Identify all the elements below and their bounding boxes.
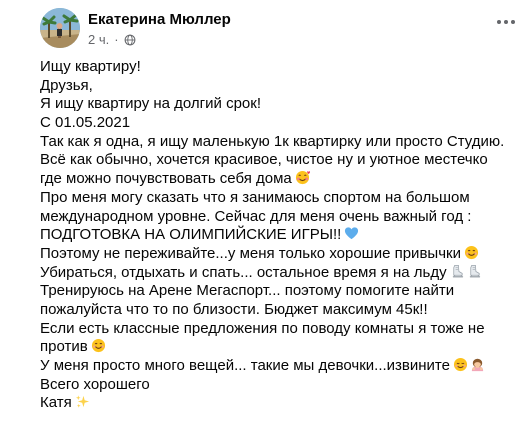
post-text-line: У меня просто много вещей... такие мы де… xyxy=(40,357,520,376)
post-text-line: где можно почувствовать себя дома xyxy=(40,170,520,189)
post-text-line: С 01.05.2021 xyxy=(40,114,520,133)
post-text: Тренируюсь на Арене Мегаспорт... поэтому… xyxy=(40,282,455,300)
smiling-face-emoji xyxy=(91,339,105,353)
post-text-line: Поэтому не переживайте...у меня только х… xyxy=(40,245,520,264)
post-text: Катя xyxy=(40,394,72,412)
post-text-line: Так как я одна, я ищу маленькую 1к кварт… xyxy=(40,133,520,152)
post-text: Друзья, xyxy=(40,76,93,94)
post-text-line: Если есть классные предложения по поводу… xyxy=(40,320,520,339)
sparkles-emoji xyxy=(75,395,89,408)
smiling-face-with-hearts-emoji xyxy=(295,171,310,185)
blue-heart-emoji xyxy=(345,227,359,240)
post-text-line: против xyxy=(40,338,520,357)
post-text: У меня просто много вещей... такие мы де… xyxy=(40,357,450,374)
post-text-line: ПОДГОТОВКА НА ОЛИМПИЙСКИЕ ИГРЫ!! xyxy=(40,226,520,245)
post-text-line: Всё как обычно, хочется красивое, чистое… xyxy=(40,151,520,170)
post-text-line: Тренируюсь на Арене Мегаспорт... поэтому… xyxy=(40,282,520,301)
post-text: Ищу квартиру! xyxy=(40,58,141,75)
post-text-line: Про меня могу сказать что я занимаюсь сп… xyxy=(40,189,520,208)
author-avatar[interactable] xyxy=(40,8,80,48)
post-text: Убираться, отдыхать и спать... остальное… xyxy=(40,263,447,281)
woman-bowing-emoji xyxy=(471,358,484,372)
post-text: С 01.05.2021 xyxy=(40,114,131,132)
globe-icon xyxy=(124,34,135,45)
author-name[interactable]: Екатерина Мюллер xyxy=(88,11,231,28)
post-text-line: Ищу квартиру! xyxy=(40,58,520,77)
post-text: ПОДГОТОВКА НА ОЛИМПИЙСКИЕ ИГРЫ!! xyxy=(40,226,342,244)
post-text: пожалуйста что то по близости. Бюджет ма… xyxy=(40,300,428,318)
post-text-line: Я ищу квартиру на долгий срок! xyxy=(40,95,520,114)
post-text: против xyxy=(40,338,88,356)
post-text: Всего хорошего xyxy=(40,375,150,393)
post-text: Если есть классные предложения по поводу… xyxy=(40,319,485,337)
post-text-line: пожалуйста что то по близости. Бюджет ма… xyxy=(40,301,520,320)
post-timestamp[interactable]: 2 ч. xyxy=(88,32,109,47)
post-text: Про меня могу сказать что я занимаюсь сп… xyxy=(40,188,470,206)
post-text-line: Убираться, отдыхать и спать... остальное… xyxy=(40,264,520,283)
avatar-photo xyxy=(40,8,80,48)
post-text-line: Друзья, xyxy=(40,77,520,96)
ice-skate-emoji xyxy=(452,264,463,277)
more-options-button[interactable] xyxy=(490,10,522,34)
post-text: Я ищу квартиру на долгий срок! xyxy=(40,95,261,113)
meta-separator: · xyxy=(114,32,119,47)
post-text: Так как я одна, я ищу маленькую 1к кварт… xyxy=(40,132,505,150)
post-meta: 2 ч. · xyxy=(88,32,136,47)
more-dots-icon xyxy=(497,20,515,24)
post-text: Поэтому не переживайте...у меня только х… xyxy=(40,244,461,262)
post-text: международном уровне. Сейчас для меня оч… xyxy=(40,207,472,225)
facebook-post: Екатерина Мюллер 2 ч. · Ищу квартиру! Дру… xyxy=(0,0,529,422)
post-text-line: Всего хорошего xyxy=(40,376,520,395)
relieved-face-emoji xyxy=(453,357,468,372)
post-text-line: международном уровне. Сейчас для меня оч… xyxy=(40,208,520,227)
post-body: Ищу квартиру! Друзья, Я ищу квартиру на до… xyxy=(40,58,520,413)
post-header: Екатерина Мюллер 2 ч. · xyxy=(40,8,520,48)
post-text: где можно почувствовать себя дома xyxy=(40,170,292,188)
ice-skate-emoji xyxy=(469,264,480,277)
smiling-face-emoji xyxy=(464,245,479,259)
post-text: Всё как обычно, хочется красивое, чистое… xyxy=(40,151,488,169)
post-text-line: Катя xyxy=(40,394,520,413)
